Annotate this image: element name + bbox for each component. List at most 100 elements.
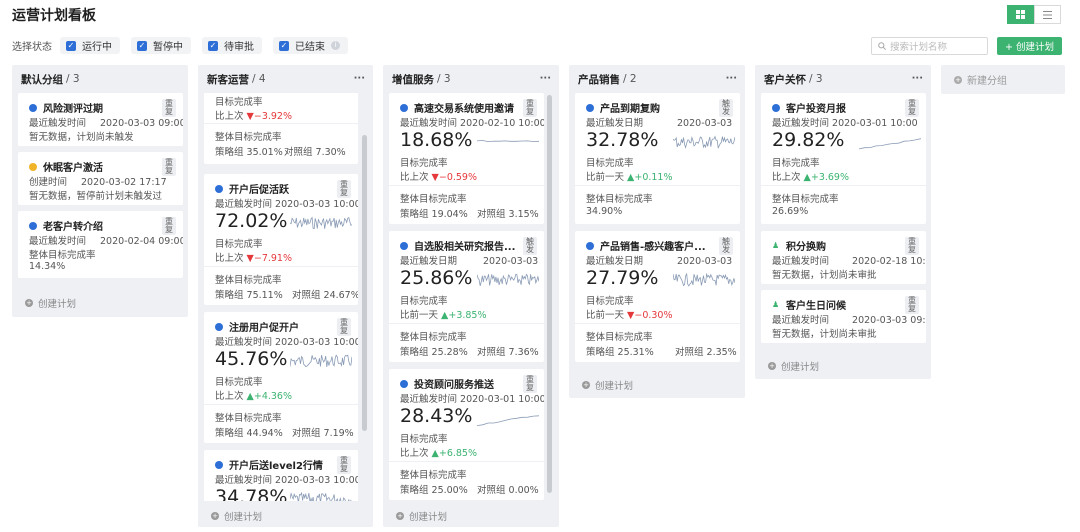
meta-value: 2020-03-02 17:17 [81,177,167,188]
strategy-value: 策略组 35.01% [215,147,283,158]
compare-label: 比上次 [215,253,244,264]
plan-card[interactable]: 风险测评过期 重复 最近触发时间 2020-03-03 09:00 暂无数据，计划… [18,93,183,146]
page-title: 运营计划看板 [12,8,96,24]
overall-label: 整体目标完成率 [586,194,653,205]
target-label: 目标完成率 [215,377,263,388]
more-icon[interactable]: ··· [354,73,365,84]
column-count: / 2 [623,73,637,85]
meta-label: 最近触发时间 [400,118,458,129]
column-customer-care: 客户关怀/ 3 ··· 客户投资月报 重复 最近触发时间 2020-03-01 1… [755,65,931,379]
target-label: 目标完成率 [586,296,634,307]
plan-card[interactable]: 休眠客户激活 重复 创建时间 2020-03-02 17:17 暂无数据，暂停前计… [18,152,183,205]
create-plan-link[interactable]: + 创建计划 [211,509,262,523]
meta-label: 最近触发时间 [29,236,87,247]
plan-card[interactable]: 高速交易系统使用邀请 重复 最近触发时间 2020-02-10 10:00 18… [389,93,544,224]
running-status-icon [400,379,408,388]
up-arrow-icon: ▲ [803,172,811,183]
column-count: / 3 [809,73,823,85]
down-arrow-icon: ▼ [431,172,439,183]
grid-view-button[interactable] [1007,5,1034,24]
target-label: 目标完成率 [215,97,263,108]
plan-title: 注册用户促开户 [229,323,299,334]
delta-value: +4.36% [253,391,292,402]
plan-card[interactable]: 产品销售-感兴趣客户... 触发 最近触发日期 2020-03-03 27.79%… [575,231,740,362]
target-label: 目标完成率 [772,158,820,169]
filter-chip-ended[interactable]: ✓ 已结束 i [273,37,348,54]
plan-card[interactable]: 产品到期复购 触发 最近触发日期 2020-03-03 32.78% 目标完成率 … [575,93,740,224]
create-plan-button[interactable]: + 创建计划 [997,37,1062,55]
more-icon[interactable]: ··· [726,73,737,84]
trend-sparkline [290,354,352,368]
overall-value: 26.69% [772,206,809,217]
column-scrollbar[interactable] [547,95,552,493]
strategy-value: 策略组 44.94% [215,428,283,439]
control-value: 对照组 24.67% [292,290,358,301]
meta-label: 创建时间 [29,177,68,188]
column-scrollbar[interactable] [362,135,367,431]
trend-sparkline [290,216,352,230]
plan-card[interactable]: 注册用户促开户 重复 最近触发时间 2020-03-03 10:00 45.76… [204,312,358,443]
overall-label: 整体目标完成率 [772,194,839,205]
overall-label: 整体目标完成率 [29,250,96,261]
delta-value: +3.69% [810,172,849,183]
plan-card[interactable]: 开户后送level2行情 重复 最近触发时间 2020-03-03 10:00 … [204,450,358,501]
meta-value: 2020-02-10 10:00 [460,118,544,129]
control-value: 对照组 7.30% [284,147,346,158]
more-icon[interactable]: ··· [912,73,923,84]
delta-value: −0.59% [438,172,477,183]
plus-icon: + [25,299,33,307]
new-group-button[interactable]: + 新建分组 [941,65,1065,94]
filter-chip-pending[interactable]: ✓ 待审批 [202,37,262,54]
more-icon[interactable]: ··· [540,73,551,84]
control-value: 对照组 7.36% [477,347,539,358]
target-label: 目标完成率 [400,296,448,307]
running-status-icon [215,322,223,331]
create-plan-link[interactable]: + 创建计划 [25,296,76,310]
completion-rate: 28.43% [400,405,473,427]
plan-card[interactable]: 客户投资月报 重复 最近触发时间 2020-03-01 10:00 29.82%… [761,93,926,224]
strategy-value: 策略组 25.00% [400,485,468,496]
filter-chip-running[interactable]: ✓ 运行中 [60,37,120,54]
plan-card[interactable]: 自选股相关研究报告... 触发 最近触发日期 2020-03-03 25.86% … [389,231,544,362]
plan-card[interactable]: 目标完成率 比上次 ▼−3.92% 整体目标完成率 策略组 35.01% 对照组… [204,93,358,164]
plan-card[interactable]: ♟积分换购 重复 最近触发时间 2020-02-18 10:00 暂无数据，计划… [761,231,926,284]
search-input[interactable]: 搜索计划名称 [871,37,988,55]
create-plan-link[interactable]: + 创建计划 [396,509,447,523]
plan-title: 休眠客户激活 [43,163,103,174]
control-value: 对照组 7.19% [292,428,354,439]
meta-label: 最近触发日期 [400,256,458,267]
plan-title: 客户投资月报 [786,104,846,115]
filter-label: 选择状态 [12,42,52,53]
paused-status-icon [29,162,37,171]
plan-card[interactable]: 投资顾问服务推送 重复 最近触发时间 2020-03-01 10:00 28.4… [389,369,544,500]
overall-label: 整体目标完成率 [400,470,467,481]
overall-value: 14.34% [29,261,66,272]
completion-rate: 18.68% [400,129,473,151]
meta-value: 2020-02-04 09:00 [100,236,183,247]
overall-value: 34.90% [586,206,623,217]
trend-sparkline [290,491,352,501]
plan-title: 投资顾问服务推送 [414,380,494,391]
strategy-value: 策略组 75.11% [215,290,283,301]
list-view-button[interactable] [1034,5,1061,24]
filter-chip-paused[interactable]: ✓ 暂停中 [131,37,191,54]
plan-card[interactable]: 开户后促活跃 重复 最近触发时间 2020-03-03 10:00 72.02%… [204,174,358,305]
meta-value: 2020-03-03 09:00 [100,118,183,129]
info-icon[interactable]: i [331,41,340,50]
meta-value: 2020-03-01 10:00 [460,394,544,405]
create-plan-link[interactable]: + 创建计划 [582,378,633,392]
running-status-icon [400,103,408,112]
check-icon: ✓ [66,40,76,51]
meta-value: 2020-03-03 10:00 [275,199,358,210]
plan-card[interactable]: ♟客户生日问候 重复 最近触发时间 2020-03-03 09:00 暂无数据，… [761,290,926,343]
column-count: / 3 [437,73,451,85]
column-count: / 4 [252,73,266,85]
column-default: 默认分组/ 3 风险测评过期 重复 最近触发时间 2020-03-03 09:00… [12,65,188,317]
trend-sparkline [673,272,735,287]
meta-value: 2020-03-03 10:00 [275,475,358,486]
create-plan-link[interactable]: + 创建计划 [768,359,819,373]
plan-title: 风险测评过期 [43,104,103,115]
completion-rate: 72.02% [215,210,288,232]
compare-label: 比前一天 [586,310,625,321]
plan-card[interactable]: 老客户转介绍 重复 最近触发时间 2020-02-04 09:00 整体目标完成率… [18,211,183,278]
